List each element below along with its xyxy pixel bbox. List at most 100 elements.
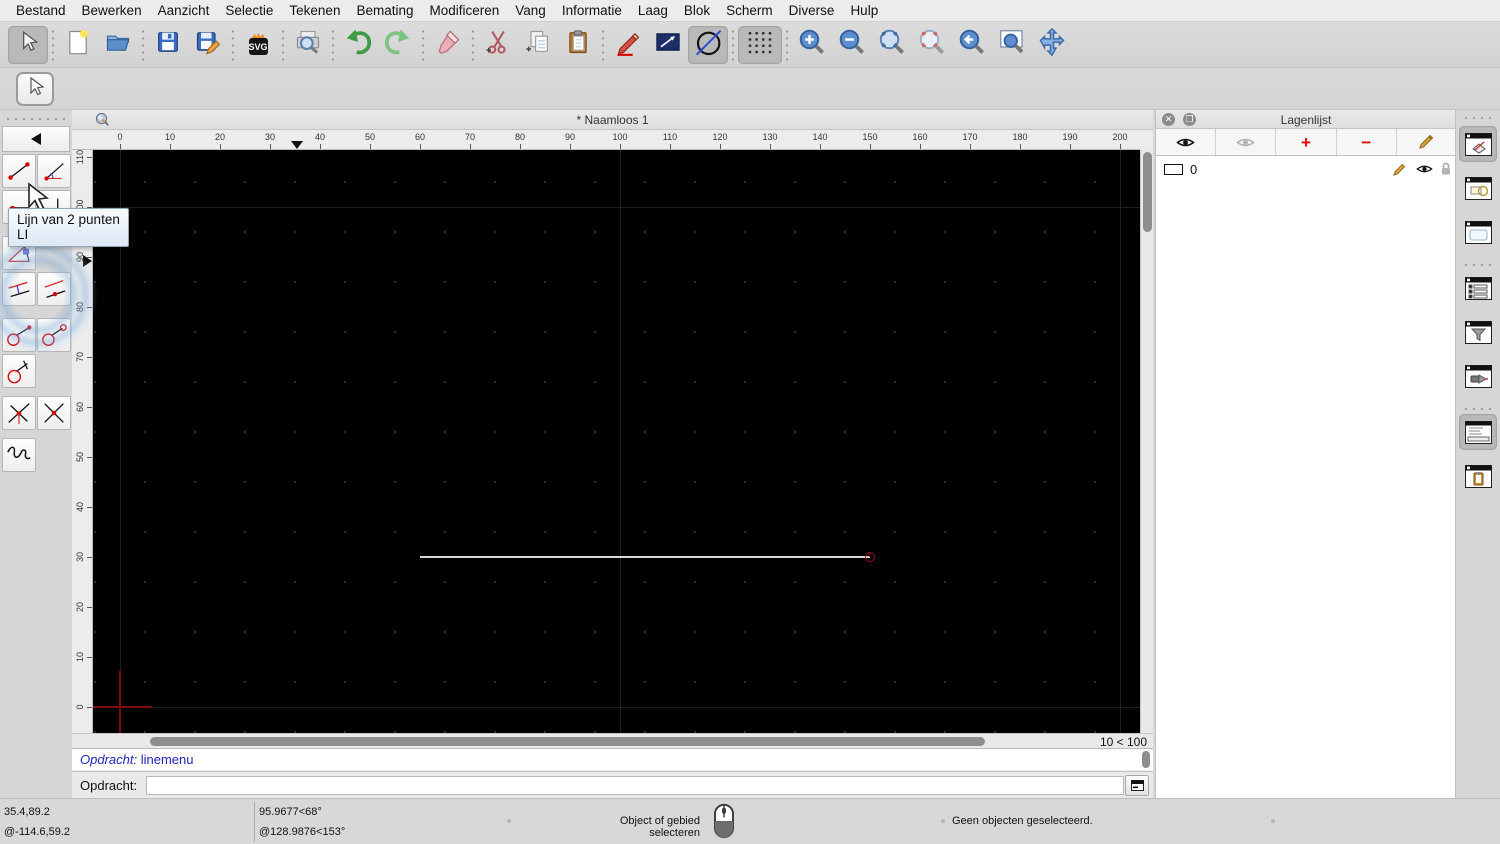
grid-toggle-button[interactable]: [738, 25, 782, 64]
menu-item-modificeren[interactable]: Modificeren: [422, 3, 508, 18]
menu-item-blok[interactable]: Blok: [676, 3, 718, 18]
dock-pen-palette-button[interactable]: [1459, 358, 1497, 394]
circle-line-icon: [692, 26, 724, 63]
zoom-auto-button[interactable]: [872, 26, 912, 64]
h-ruler-label: 200: [1112, 132, 1128, 142]
print-preview-button[interactable]: [288, 26, 328, 64]
copy-button[interactable]: [518, 26, 558, 64]
minus-icon: −: [1361, 132, 1372, 152]
hide-all-layers-button[interactable]: [1216, 129, 1277, 155]
tangent-point-circle-icon: [7, 325, 32, 346]
redo-arrow-icon: [383, 27, 413, 62]
h-ruler-label: 50: [364, 132, 375, 142]
freehand-tool[interactable]: [2, 438, 36, 472]
selection-pointer-button[interactable]: [16, 72, 54, 106]
rel-coordinates: @-114.6,59.2: [4, 826, 71, 838]
drawing-canvas[interactable]: [93, 150, 1140, 733]
menu-item-vang[interactable]: Vang: [507, 3, 554, 18]
circle-line-mode-button[interactable]: [688, 25, 728, 64]
show-all-layers-button[interactable]: [1156, 129, 1217, 155]
redo-button[interactable]: [378, 26, 418, 64]
right-dock-toolbar: [1455, 110, 1500, 798]
dock-entity-list-button[interactable]: [1459, 270, 1497, 306]
undo-button[interactable]: [338, 26, 378, 64]
menu-item-bewerken[interactable]: Bewerken: [74, 3, 150, 18]
remove-layer-button[interactable]: −: [1337, 129, 1397, 155]
status-bar: 35.4,89.2 @-114.6,59.2 95.9677<68° @128.…: [0, 798, 1500, 844]
menu-item-tekenen[interactable]: Tekenen: [281, 3, 348, 18]
attributes-pen-button[interactable]: [608, 26, 648, 64]
dock-separator: [1462, 262, 1495, 267]
zoom-back-button[interactable]: [952, 26, 992, 64]
red-pencil-icon: [614, 28, 642, 61]
parallel-point-tool[interactable]: [37, 272, 71, 306]
add-layer-button[interactable]: +: [1276, 129, 1337, 155]
layer-panel-titlebar[interactable]: ✕ ❐ Lagenlijst: [1156, 110, 1456, 129]
palette-drag-handle[interactable]: [4, 116, 66, 121]
v-scroll-thumb[interactable]: [1143, 152, 1152, 232]
menu-item-informatie[interactable]: Informatie: [554, 3, 630, 18]
dock-command-widget-button[interactable]: [1459, 414, 1497, 450]
layer-lock-icon[interactable]: [1440, 162, 1452, 181]
tangent-point-circle-tool[interactable]: [2, 318, 36, 352]
document-titlebar[interactable]: * Naamloos 1: [72, 110, 1153, 130]
menu-item-laag[interactable]: Laag: [630, 3, 676, 18]
export-svg-button[interactable]: SVG: [238, 26, 278, 64]
layer-edit-icon[interactable]: [1392, 162, 1407, 182]
edit-layer-button[interactable]: [1397, 129, 1456, 155]
cross-lines-tool[interactable]: [37, 396, 71, 430]
open-file-button[interactable]: [98, 26, 138, 64]
new-document-button[interactable]: [58, 26, 98, 64]
zoom-in-button[interactable]: [792, 26, 832, 64]
h-ruler-label: 180: [1012, 132, 1028, 142]
parallel-distance-tool[interactable]: [2, 272, 36, 306]
h-scroll-thumb[interactable]: [150, 737, 985, 746]
zoom-window-button[interactable]: [992, 26, 1032, 64]
eye-closed-icon: [1236, 138, 1256, 146]
bisector-tool[interactable]: [2, 396, 36, 430]
canvas-horizontal-scrollbar[interactable]: 10 < 100: [72, 733, 1153, 749]
h-ruler-label: 0: [117, 132, 123, 142]
dock-entity-filter-button[interactable]: [1459, 314, 1497, 350]
menu-item-scherm[interactable]: Scherm: [718, 3, 781, 18]
menu-item-bemating[interactable]: Bemating: [348, 3, 421, 18]
delete-button[interactable]: [428, 26, 468, 64]
dock-drag-handle[interactable]: [1462, 115, 1495, 120]
command-input[interactable]: [146, 776, 1124, 795]
layer-visibility-icon[interactable]: [1416, 162, 1433, 180]
line-properties-button[interactable]: [648, 26, 688, 64]
menu-item-aanzicht[interactable]: Aanzicht: [150, 3, 218, 18]
tangent-orthogonal-tool[interactable]: [2, 354, 36, 388]
layer-row[interactable]: 0: [1156, 160, 1456, 180]
history-scroll-thumb[interactable]: [1142, 751, 1150, 768]
select-tool-button[interactable]: [8, 25, 48, 64]
command-history[interactable]: Opdracht: linemenu: [72, 748, 1153, 770]
dock-block-list-button[interactable]: [1459, 170, 1497, 206]
polar-abs-coordinates: 95.9677<68°: [259, 806, 322, 818]
layer-color-swatch[interactable]: [1164, 164, 1183, 175]
palette-back-button[interactable]: [2, 126, 70, 152]
paste-button[interactable]: [558, 26, 598, 64]
save-button[interactable]: [148, 26, 188, 64]
zoom-previous-button[interactable]: [912, 26, 952, 64]
zoom-out-button[interactable]: [832, 26, 872, 64]
dock-layer-list-button[interactable]: [1459, 126, 1497, 162]
layer-panel-title: Lagenlijst: [1280, 113, 1332, 127]
line-tools-palette: Lijn van 2 punten LI: [0, 110, 129, 798]
drawn-line[interactable]: [420, 556, 870, 558]
menu-item-selectie[interactable]: Selectie: [217, 3, 281, 18]
tangent-two-circles-tool[interactable]: [37, 318, 71, 352]
command-dock-button[interactable]: [1125, 775, 1149, 796]
cut-button[interactable]: [478, 26, 518, 64]
toolbar-separator: [138, 27, 148, 62]
menu-item-hulp[interactable]: Hulp: [842, 3, 886, 18]
menu-item-bestand[interactable]: Bestand: [8, 3, 74, 18]
dock-library-browser-button[interactable]: [1459, 214, 1497, 250]
menu-item-diverse[interactable]: Diverse: [781, 3, 843, 18]
tool-tooltip: Lijn van 2 punten LI: [8, 208, 129, 247]
save-as-button[interactable]: [188, 26, 228, 64]
dock-clipboard-button[interactable]: [1459, 458, 1497, 494]
pan-button[interactable]: [1032, 26, 1072, 64]
v-ruler-cursor-marker: [83, 255, 92, 267]
canvas-vertical-scrollbar[interactable]: [1140, 150, 1153, 733]
